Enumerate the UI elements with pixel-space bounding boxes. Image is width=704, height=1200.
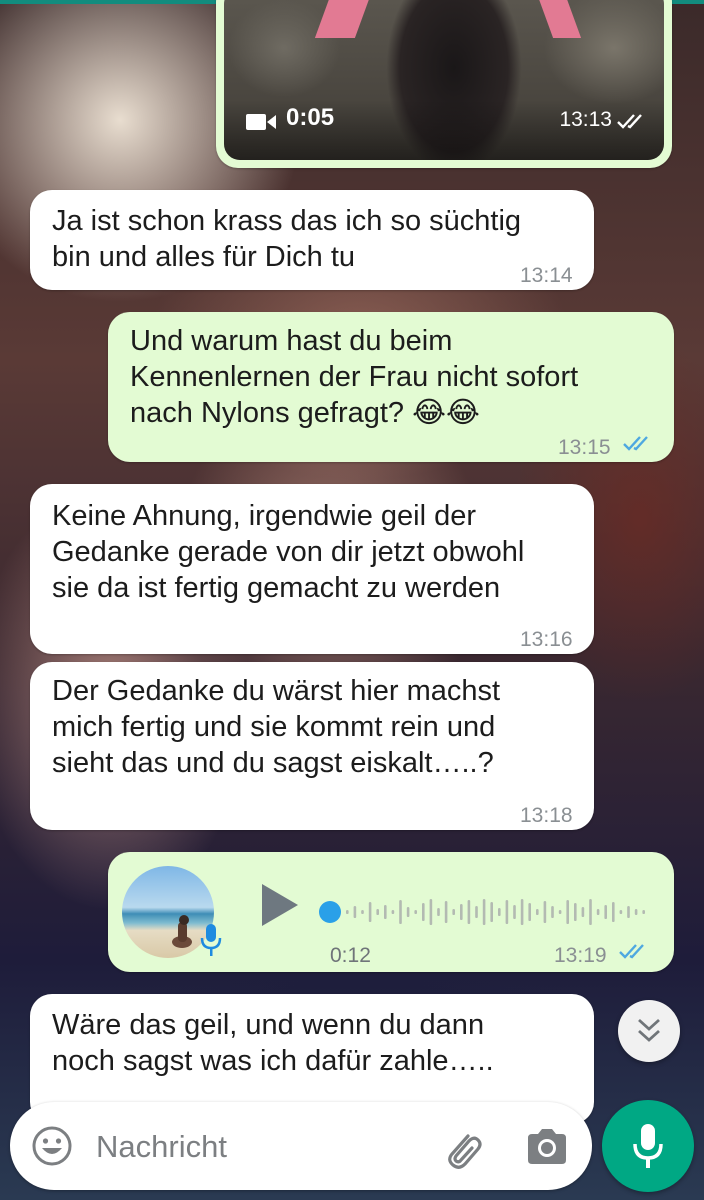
waveform-bar [444,901,448,923]
message-time: 13:15 [558,436,611,459]
waveform-bar [505,900,509,924]
video-duration: 0:05 [286,104,335,131]
waveform-bar [536,909,539,915]
message-line: Keine Ahnung, irgendwie geil der [52,500,477,532]
incoming-message[interactable]: Der Gedanke du wärst hier machst mich fe… [30,662,594,830]
waveform-bar [414,910,417,914]
waveform-bar [376,909,379,915]
video-camera-icon [246,114,276,130]
waveform-bar [490,902,493,922]
message-line: Der Gedanke du wärst hier machst [52,675,501,707]
waveform-bar [520,899,524,925]
waveform-bar [346,910,349,914]
waveform-bar [558,910,562,914]
waveform-bar [513,905,516,919]
waveform-bar [460,904,463,920]
message-line: Ja ist schon krass das ich so süchtig [52,205,522,237]
incoming-message[interactable]: Keine Ahnung, irgendwie geil der Gedanke… [30,484,594,654]
camera-icon[interactable] [524,1124,570,1170]
waveform-bar [619,910,623,914]
waveform-bar [399,900,402,924]
waveform-bar [612,902,615,922]
double-check-icon [619,944,644,959]
message-time: 13:13 [559,108,612,131]
message-line: Wäre das geil, und wenn du dann [52,1009,485,1041]
microphone-icon [633,1124,663,1168]
waveform-bar [437,908,440,916]
scroll-to-bottom-button[interactable] [618,1000,680,1062]
waveform-bar [574,903,577,921]
message-line: sieht das und du sagst eiskalt…..? [52,747,494,779]
message-line: Und warum hast du beim [130,325,453,357]
waveform-bar [543,901,547,923]
waveform-bar [467,900,471,924]
waveform-bar [581,907,585,917]
waveform-bar [482,899,486,925]
message-line: Kennenlernen der Frau nicht sofort [130,361,579,393]
waveform-bar [604,905,607,919]
incoming-message[interactable]: Ja ist schon krass das ich so süchtig bi… [30,190,594,290]
double-check-icon [623,436,648,451]
double-check-icon [617,114,642,129]
message-time: 13:19 [554,944,607,967]
waveform-bar [475,906,478,918]
waveform-bar [528,903,531,921]
waveform-bar [627,906,630,918]
waveform-bar [368,902,372,922]
voice-record-button[interactable] [602,1100,694,1192]
message-line: bin und alles für Dich tu [52,241,356,273]
waveform-bar [596,909,600,915]
message-time: 13:16 [520,628,573,651]
play-icon[interactable] [258,882,300,928]
microphone-icon [200,924,222,956]
message-input[interactable] [94,1124,428,1170]
waveform-bar [384,905,387,919]
voice-waveform[interactable] [318,890,648,934]
waveform-bar [422,903,425,921]
message-line: mich fertig und sie kommt rein und [52,711,496,743]
message-line: Gedanke gerade von dir jetzt obwohl [52,536,525,568]
message-time: 13:14 [520,264,573,287]
voice-duration: 0:12 [330,944,371,967]
waveform-bar [634,909,638,915]
waveform-bar [551,906,554,918]
waveform-bar [391,910,395,914]
message-time: 13:18 [520,804,573,827]
waveform-bar [642,910,645,914]
waveform-bar [589,899,592,925]
waveform-bar [353,906,357,918]
message-line: noch sagst was ich dafür zahle….. [52,1045,494,1077]
voice-message[interactable]: 0:12 13:19 [108,852,674,972]
emoji-icon[interactable] [30,1124,74,1168]
video-thumbnail[interactable] [224,0,664,160]
waveform-bar [406,907,410,917]
waveform-bar [361,910,364,914]
paperclip-icon[interactable] [438,1124,486,1172]
playback-handle[interactable] [319,901,341,923]
chevrons-down-icon [638,1018,660,1042]
message-line: sie da ist fertig gemacht zu werden [52,572,501,604]
waveform-bar [452,909,455,915]
waveform-bar [566,900,569,924]
message-composer [10,1102,592,1190]
waveform-bar [429,899,433,925]
waveform-bar [498,908,501,916]
video-message[interactable]: 0:05 13:13 [216,0,672,168]
message-line: nach Nylons gefragt? 😂😂 [130,397,480,429]
outgoing-message[interactable]: Und warum hast du beim Kennenlernen der … [108,312,674,462]
